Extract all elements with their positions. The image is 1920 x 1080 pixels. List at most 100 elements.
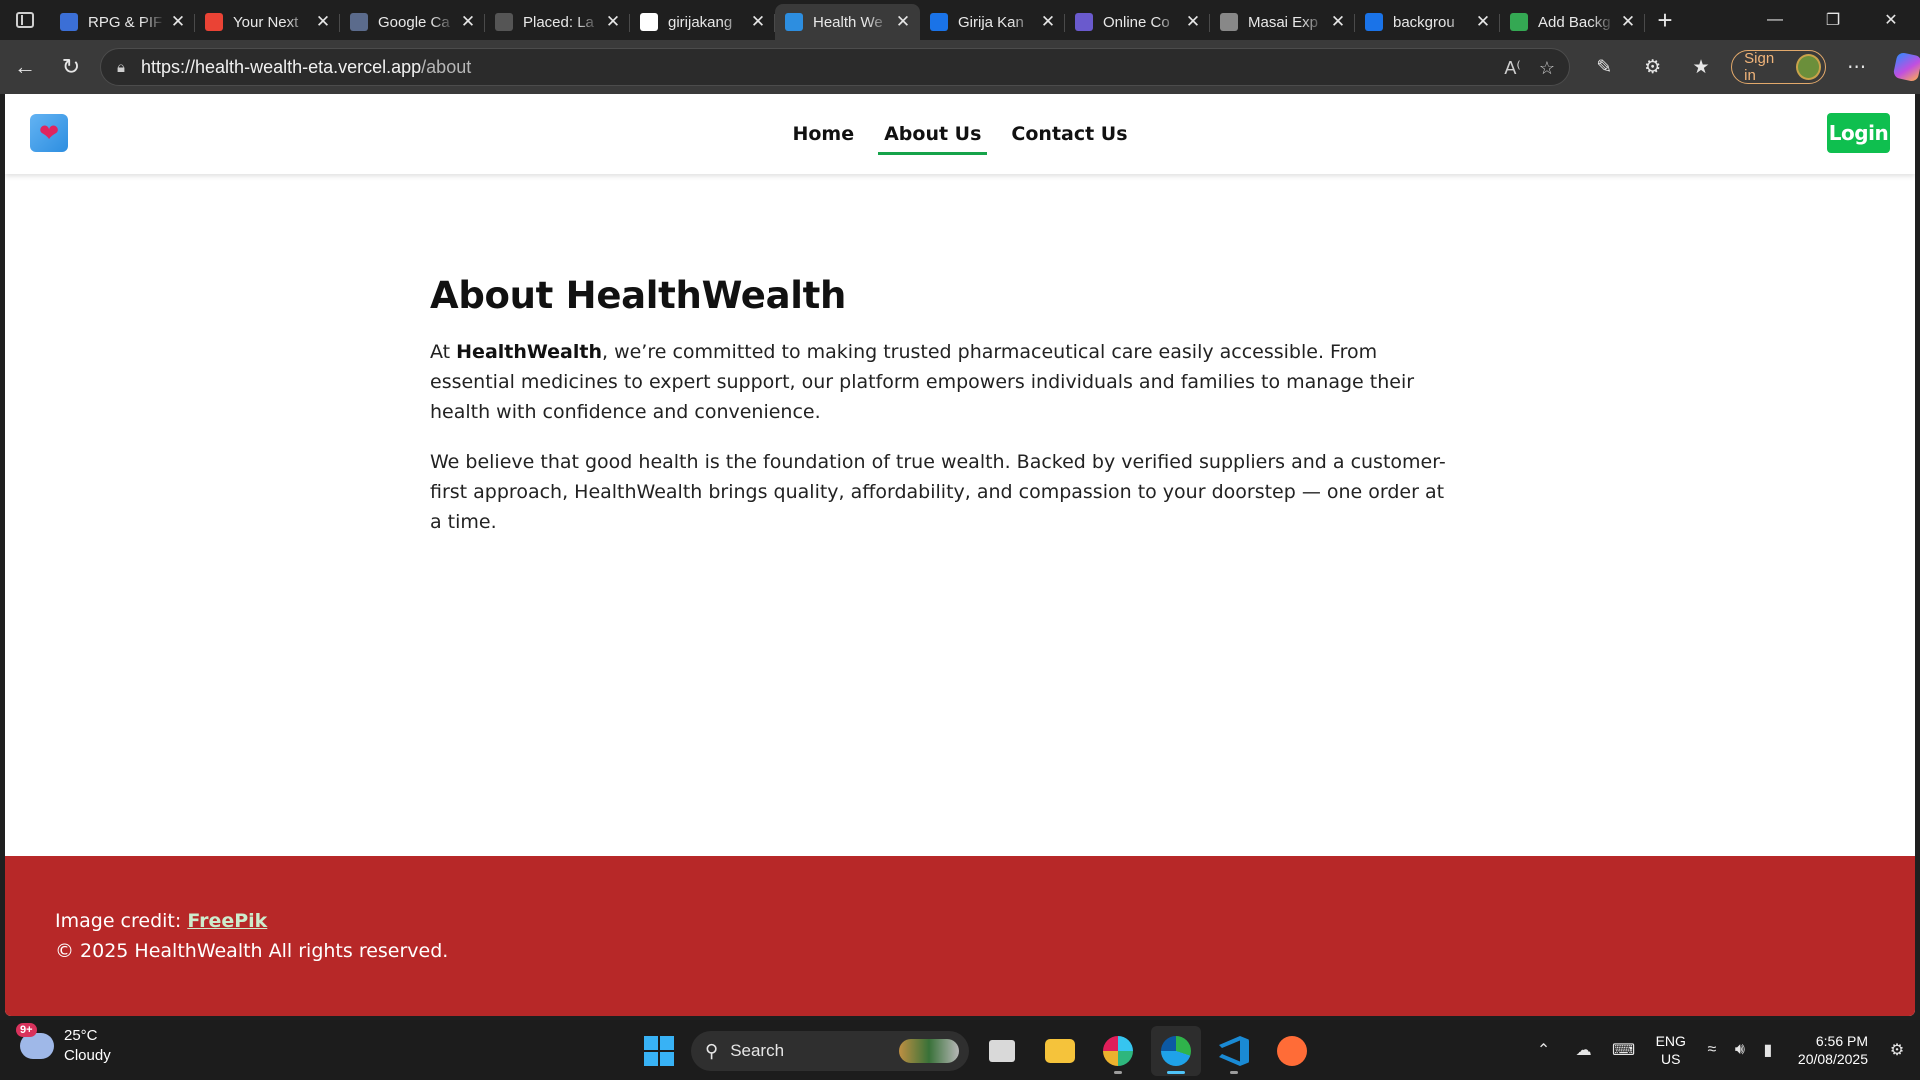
edge-button[interactable]: [1151, 1026, 1201, 1076]
favorites-icon[interactable]: ★: [1677, 47, 1725, 87]
tab-close-icon[interactable]: ✕: [894, 12, 912, 32]
tab-title: Girija Kan: [958, 13, 1024, 31]
show-hidden-icons-chevron-icon[interactable]: ⌃: [1524, 1040, 1564, 1060]
address-bar-actions: A⁽ ☆: [1504, 49, 1555, 87]
browser-tab-strip: RPG & PIF ✕ Your Next ✕ Google Ca ✕ Placed: La…: [0, 0, 1920, 40]
task-view-button[interactable]: [977, 1026, 1027, 1076]
site-info-icon[interactable]: 🔒︎: [101, 59, 141, 76]
tab-title: Your Next: [233, 13, 299, 31]
url-host: https://health-wealth-eta.vercel.app: [141, 56, 422, 77]
new-tab-button[interactable]: +: [1645, 0, 1685, 40]
clock[interactable]: 6:56 PM 20/08/2025: [1798, 1032, 1868, 1068]
folder-icon: [1045, 1039, 1075, 1063]
address-bar[interactable]: 🔒︎ https://health-wealth-eta.vercel.app/…: [100, 48, 1570, 86]
footer-text: Image credit: FreePik © 2025 HealthWealt…: [55, 906, 448, 966]
tab-close-icon[interactable]: ✕: [604, 12, 622, 32]
postman-icon: [1277, 1036, 1307, 1066]
tab-close-icon[interactable]: ✕: [459, 12, 477, 32]
tab-close-icon[interactable]: ✕: [1474, 12, 1492, 32]
language-region: US: [1661, 1051, 1681, 1067]
copilot-icon[interactable]: [1892, 51, 1920, 83]
nav-link-about-us[interactable]: About Us: [878, 117, 988, 155]
battery-icon[interactable]: ▮: [1754, 1040, 1782, 1060]
keyboard-icon[interactable]: ⌨: [1604, 1040, 1644, 1060]
tab-close-icon[interactable]: ✕: [1039, 12, 1057, 32]
nav-link-home[interactable]: Home: [786, 117, 860, 151]
tab-actions-icon: [16, 12, 34, 28]
about-paragraph-2: We believe that good health is the found…: [430, 451, 1446, 533]
tab-list: RPG & PIF ✕ Your Next ✕ Google Ca ✕ Placed: La…: [50, 0, 1645, 40]
wifi-icon[interactable]: ≈: [1698, 1041, 1726, 1059]
browser-tab[interactable]: Health We ✕: [775, 4, 920, 40]
close-window-button[interactable]: ✕: [1862, 0, 1920, 40]
favorite-star-icon[interactable]: ☆: [1539, 58, 1555, 79]
tab-close-icon[interactable]: ✕: [1184, 12, 1202, 32]
start-button[interactable]: [635, 1027, 683, 1075]
url-path: /about: [421, 56, 472, 77]
vscode-icon: [1219, 1036, 1249, 1066]
tab-title: RPG & PIF: [88, 13, 163, 31]
site-header: ❤ Home About Us Contact Us Login: [5, 94, 1915, 174]
read-aloud-icon[interactable]: A⁽: [1504, 58, 1520, 79]
tab-favicon-icon: [1365, 13, 1383, 31]
notifications-icon[interactable]: ⚙: [1882, 1040, 1912, 1060]
login-button[interactable]: Login: [1827, 113, 1890, 153]
tab-close-icon[interactable]: ✕: [1619, 12, 1637, 32]
copyright: © 2025 HealthWealth All rights reserved.: [55, 940, 449, 962]
tab-close-icon[interactable]: ✕: [314, 12, 332, 32]
toolbar-right: ✎ ⚙ ★ Sign in ⋯: [1580, 40, 1920, 94]
image-credit-label: Image credit:: [55, 910, 188, 932]
postman-button[interactable]: [1267, 1026, 1317, 1076]
browser-tab[interactable]: Girija Kan ✕: [920, 4, 1065, 40]
sign-in-button[interactable]: Sign in: [1731, 50, 1827, 84]
url-text: https://health-wealth-eta.vercel.app/abo…: [141, 57, 471, 78]
extensions-icon[interactable]: ⚙: [1628, 47, 1676, 87]
profile-avatar: [1796, 54, 1822, 80]
tab-close-icon[interactable]: ✕: [169, 12, 187, 32]
nav-link-contact-us[interactable]: Contact Us: [1005, 117, 1133, 151]
browser-tab[interactable]: Add Backg ✕: [1500, 4, 1645, 40]
pen-icon[interactable]: ✎: [1580, 47, 1628, 87]
browser-tab[interactable]: Online Co ✕: [1065, 4, 1210, 40]
minimize-button[interactable]: —: [1746, 0, 1804, 40]
slack-button[interactable]: [1093, 1026, 1143, 1076]
restore-button[interactable]: ❐: [1804, 0, 1862, 40]
search-icon: ⚲: [705, 1040, 719, 1061]
reload-button[interactable]: ↻: [48, 47, 94, 87]
vscode-button[interactable]: [1209, 1026, 1259, 1076]
back-button[interactable]: ←: [2, 47, 48, 87]
browser-tab[interactable]: backgrou ✕: [1355, 4, 1500, 40]
tab-close-icon[interactable]: ✕: [749, 12, 767, 32]
tab-actions-button[interactable]: [0, 0, 50, 40]
browser-tab[interactable]: Masai Exp ✕: [1210, 4, 1355, 40]
browser-toolbar: ← ↻ 🔒︎ https://health-wealth-eta.vercel.…: [0, 40, 1920, 94]
system-tray: ⌃ ☁ ⌨ ENG US ≈ 🔊︎ ▮ 6:56 PM 20/08/2025 ⚙: [1524, 1020, 1920, 1080]
browser-tab[interactable]: Placed: La ✕: [485, 4, 630, 40]
search-label: Search: [730, 1041, 785, 1060]
language-indicator[interactable]: ENG US: [1656, 1032, 1686, 1068]
tab-title: Masai Exp: [1248, 13, 1319, 31]
image-credit: Image credit: FreePik: [55, 906, 448, 936]
tab-close-icon[interactable]: ✕: [1329, 12, 1347, 32]
weather-widget[interactable]: 9+ 25°C Cloudy: [16, 1023, 111, 1066]
more-menu-icon[interactable]: ⋯: [1832, 47, 1880, 87]
browser-tab[interactable]: girijakang ✕: [630, 4, 775, 40]
sign-in-label: Sign in: [1744, 50, 1775, 84]
onedrive-icon[interactable]: ☁: [1564, 1040, 1604, 1060]
tab-title: Add Backg: [1538, 13, 1611, 31]
cloud-icon: 9+: [16, 1023, 54, 1059]
tab-favicon-icon: [205, 13, 223, 31]
tab-favicon-icon: [1220, 13, 1238, 31]
freepik-link[interactable]: FreePik: [187, 910, 267, 932]
browser-tab[interactable]: Google Ca ✕: [340, 4, 485, 40]
volume-icon[interactable]: 🔊︎: [1726, 1041, 1754, 1059]
taskbar-center: ⚲ Search: [635, 1026, 1317, 1076]
file-explorer-button[interactable]: [1035, 1026, 1085, 1076]
browser-tab[interactable]: Your Next ✕: [195, 4, 340, 40]
taskbar-search[interactable]: ⚲ Search: [691, 1031, 969, 1071]
browser-tab[interactable]: RPG & PIF ✕: [50, 4, 195, 40]
windows-taskbar: 9+ 25°C Cloudy ⚲ Search ⌃ ☁ ⌨ ENG US ≈ 🔊…: [0, 1020, 1920, 1080]
slack-icon: [1103, 1036, 1133, 1066]
tab-title: Google Ca: [378, 13, 450, 31]
search-highlight-image: [899, 1039, 959, 1063]
